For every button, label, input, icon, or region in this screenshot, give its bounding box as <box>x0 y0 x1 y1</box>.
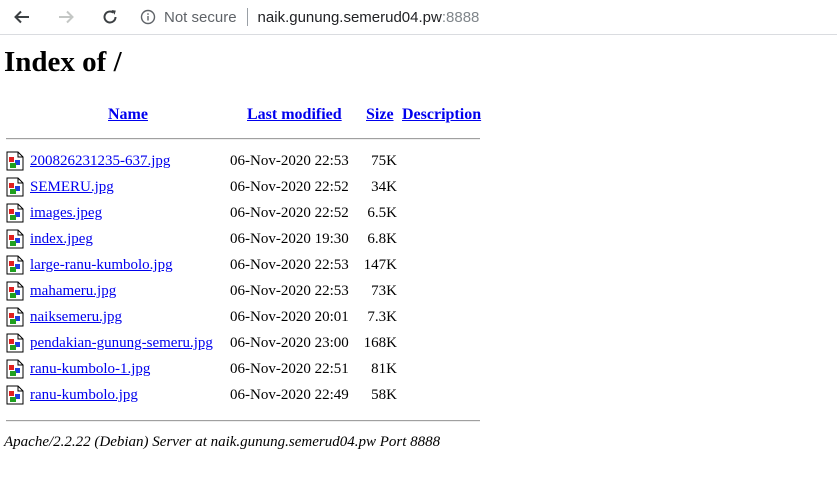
file-row: 200826231235-637.jpg 06-Nov-2020 22:53 7… <box>0 150 500 174</box>
file-name-link[interactable]: index.jpeg <box>30 231 93 248</box>
header-divider <box>6 138 480 140</box>
file-size: 75K <box>371 153 397 169</box>
file-row: naiksemeru.jpg 06-Nov-2020 20:01 7.3K <box>0 306 500 330</box>
address-separator <box>246 8 248 26</box>
file-modified: 06-Nov-2020 22:53 <box>230 283 349 299</box>
file-modified: 06-Nov-2020 22:53 <box>230 153 349 169</box>
image-file-icon[interactable] <box>6 307 24 327</box>
file-modified: 06-Nov-2020 22:52 <box>230 205 349 221</box>
url-host[interactable]: naik.gunung.semerud04.pw <box>258 9 442 26</box>
file-name-link[interactable]: images.jpeg <box>30 205 102 222</box>
file-size: 6.8K <box>367 231 397 247</box>
file-row: mahameru.jpg 06-Nov-2020 22:53 73K <box>0 280 500 304</box>
footer-divider <box>6 420 480 422</box>
page-title: Index of / <box>4 46 122 78</box>
file-modified: 06-Nov-2020 19:30 <box>230 231 349 247</box>
file-row: index.jpeg 06-Nov-2020 19:30 6.8K <box>0 228 500 252</box>
file-name-link[interactable]: naiksemeru.jpg <box>30 309 122 326</box>
file-size: 168K <box>363 335 397 351</box>
file-size: 73K <box>371 283 397 299</box>
forward-button[interactable] <box>52 4 80 30</box>
file-modified: 06-Nov-2020 20:01 <box>230 309 349 325</box>
directory-listing-page: Index of / Name Last modified Size Descr… <box>0 34 837 492</box>
image-file-icon[interactable] <box>6 203 24 223</box>
url-port[interactable]: :8888 <box>442 9 480 26</box>
address-bar[interactable]: Not secure naik.gunung.semerud04.pw:8888 <box>140 6 479 28</box>
image-file-icon[interactable] <box>6 281 24 301</box>
browser-toolbar: Not secure naik.gunung.semerud04.pw:8888 <box>0 0 837 35</box>
info-icon[interactable] <box>140 9 156 25</box>
file-modified: 06-Nov-2020 22:51 <box>230 361 349 377</box>
file-name-link[interactable]: ranu-kumbolo.jpg <box>30 387 138 404</box>
file-row: pendakian-gunung-semeru.jpg 06-Nov-2020 … <box>0 332 500 356</box>
file-row: ranu-kumbolo-1.jpg 06-Nov-2020 22:51 81K <box>0 358 500 382</box>
file-name-link[interactable]: SEMERU.jpg <box>30 179 114 196</box>
security-label[interactable]: Not secure <box>164 9 237 26</box>
server-signature: Apache/2.2.22 (Debian) Server at naik.gu… <box>4 434 441 450</box>
file-row: SEMERU.jpg 06-Nov-2020 22:52 34K <box>0 176 500 200</box>
file-row: large-ranu-kumbolo.jpg 06-Nov-2020 22:53… <box>0 254 500 278</box>
image-file-icon[interactable] <box>6 177 24 197</box>
image-file-icon[interactable] <box>6 385 24 405</box>
back-arrow-icon <box>14 10 29 24</box>
file-name-link[interactable]: 200826231235-637.jpg <box>30 153 170 170</box>
file-modified: 06-Nov-2020 22:49 <box>230 387 349 403</box>
image-file-icon[interactable] <box>6 151 24 171</box>
sort-by-last-modified-link[interactable]: Last modified <box>247 106 342 124</box>
back-button[interactable] <box>8 4 36 30</box>
image-file-icon[interactable] <box>6 255 24 275</box>
file-name-link[interactable]: mahameru.jpg <box>30 283 116 300</box>
file-row: images.jpeg 06-Nov-2020 22:52 6.5K <box>0 202 500 226</box>
file-size: 147K <box>363 257 397 273</box>
sort-by-size-link[interactable]: Size <box>366 106 394 124</box>
file-modified: 06-Nov-2020 23:00 <box>230 335 349 351</box>
image-file-icon[interactable] <box>6 333 24 353</box>
sort-by-name-link[interactable]: Name <box>108 106 148 124</box>
file-name-link[interactable]: pendakian-gunung-semeru.jpg <box>30 335 213 352</box>
file-size: 81K <box>371 361 397 377</box>
file-size: 34K <box>371 179 397 195</box>
reload-icon <box>103 10 117 24</box>
file-name-link[interactable]: ranu-kumbolo-1.jpg <box>30 361 150 378</box>
file-size: 7.3K <box>367 309 397 325</box>
file-size: 58K <box>371 387 397 403</box>
file-modified: 06-Nov-2020 22:53 <box>230 257 349 273</box>
file-name-link[interactable]: large-ranu-kumbolo.jpg <box>30 257 173 274</box>
image-file-icon[interactable] <box>6 359 24 379</box>
file-row: ranu-kumbolo.jpg 06-Nov-2020 22:49 58K <box>0 384 500 408</box>
file-modified: 06-Nov-2020 22:52 <box>230 179 349 195</box>
reload-button[interactable] <box>96 4 124 30</box>
image-file-icon[interactable] <box>6 229 24 249</box>
forward-arrow-icon <box>59 10 74 24</box>
file-size: 6.5K <box>367 205 397 221</box>
sort-by-description-link[interactable]: Description <box>402 106 481 124</box>
